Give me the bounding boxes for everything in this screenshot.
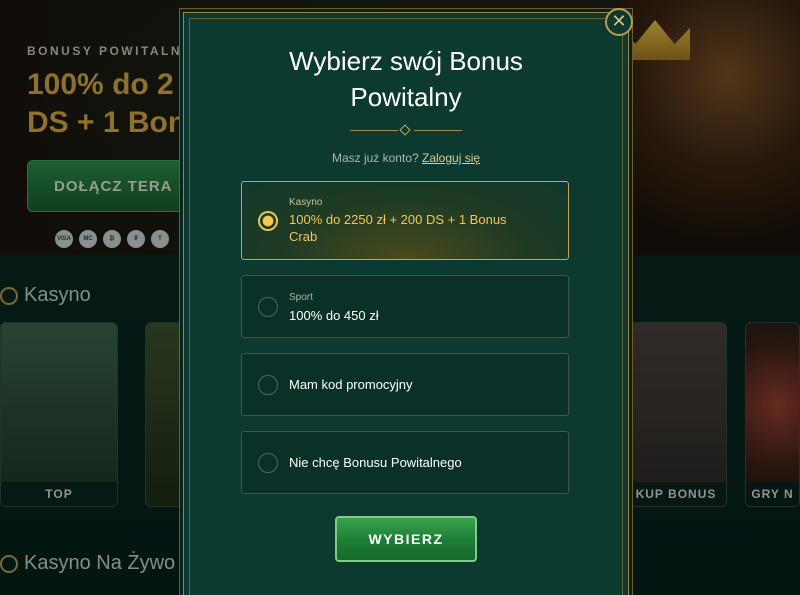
radio-selected-icon[interactable]: [258, 211, 278, 231]
option-category: Kasyno: [289, 197, 323, 208]
bonus-option-no-bonus[interactable]: Nie chcę Bonusu Powitalnego: [241, 431, 569, 494]
login-prompt: Masz już konto? Zaloguj się: [184, 151, 628, 165]
modal-title: Wybierz swój Bonus Powitalny: [289, 46, 523, 112]
bonus-option-sport[interactable]: Sport 100% do 450 zł: [241, 275, 569, 338]
login-link[interactable]: Zaloguj się: [422, 151, 480, 165]
welcome-bonus-modal: Wybierz swój Bonus Powitalny Masz już ko…: [183, 12, 629, 595]
option-label: 100% do 450 zł: [289, 308, 379, 323]
login-prompt-text: Masz już konto?: [331, 151, 419, 165]
divider-line: [414, 130, 462, 131]
option-category: Sport: [289, 292, 313, 303]
diamond-icon: [399, 124, 411, 136]
ornament-divider: [350, 124, 462, 136]
option-label: 100% do 2250 zł + 200 DS + 1 Bonus Crab: [289, 212, 507, 244]
radio-icon[interactable]: [258, 375, 278, 395]
bonus-option-casino[interactable]: Kasyno 100% do 2250 zł + 200 DS + 1 Bonu…: [241, 181, 569, 260]
option-label: Nie chcę Bonusu Powitalnego: [289, 455, 462, 470]
close-icon[interactable]: ✕: [605, 8, 633, 36]
bonus-option-promo-code[interactable]: Mam kod promocyjny: [241, 353, 569, 416]
choose-bonus-button[interactable]: WYBIERZ: [335, 516, 477, 562]
divider-line: [350, 130, 398, 131]
radio-icon[interactable]: [258, 297, 278, 317]
option-label: Mam kod promocyjny: [289, 377, 413, 392]
radio-icon[interactable]: [258, 453, 278, 473]
